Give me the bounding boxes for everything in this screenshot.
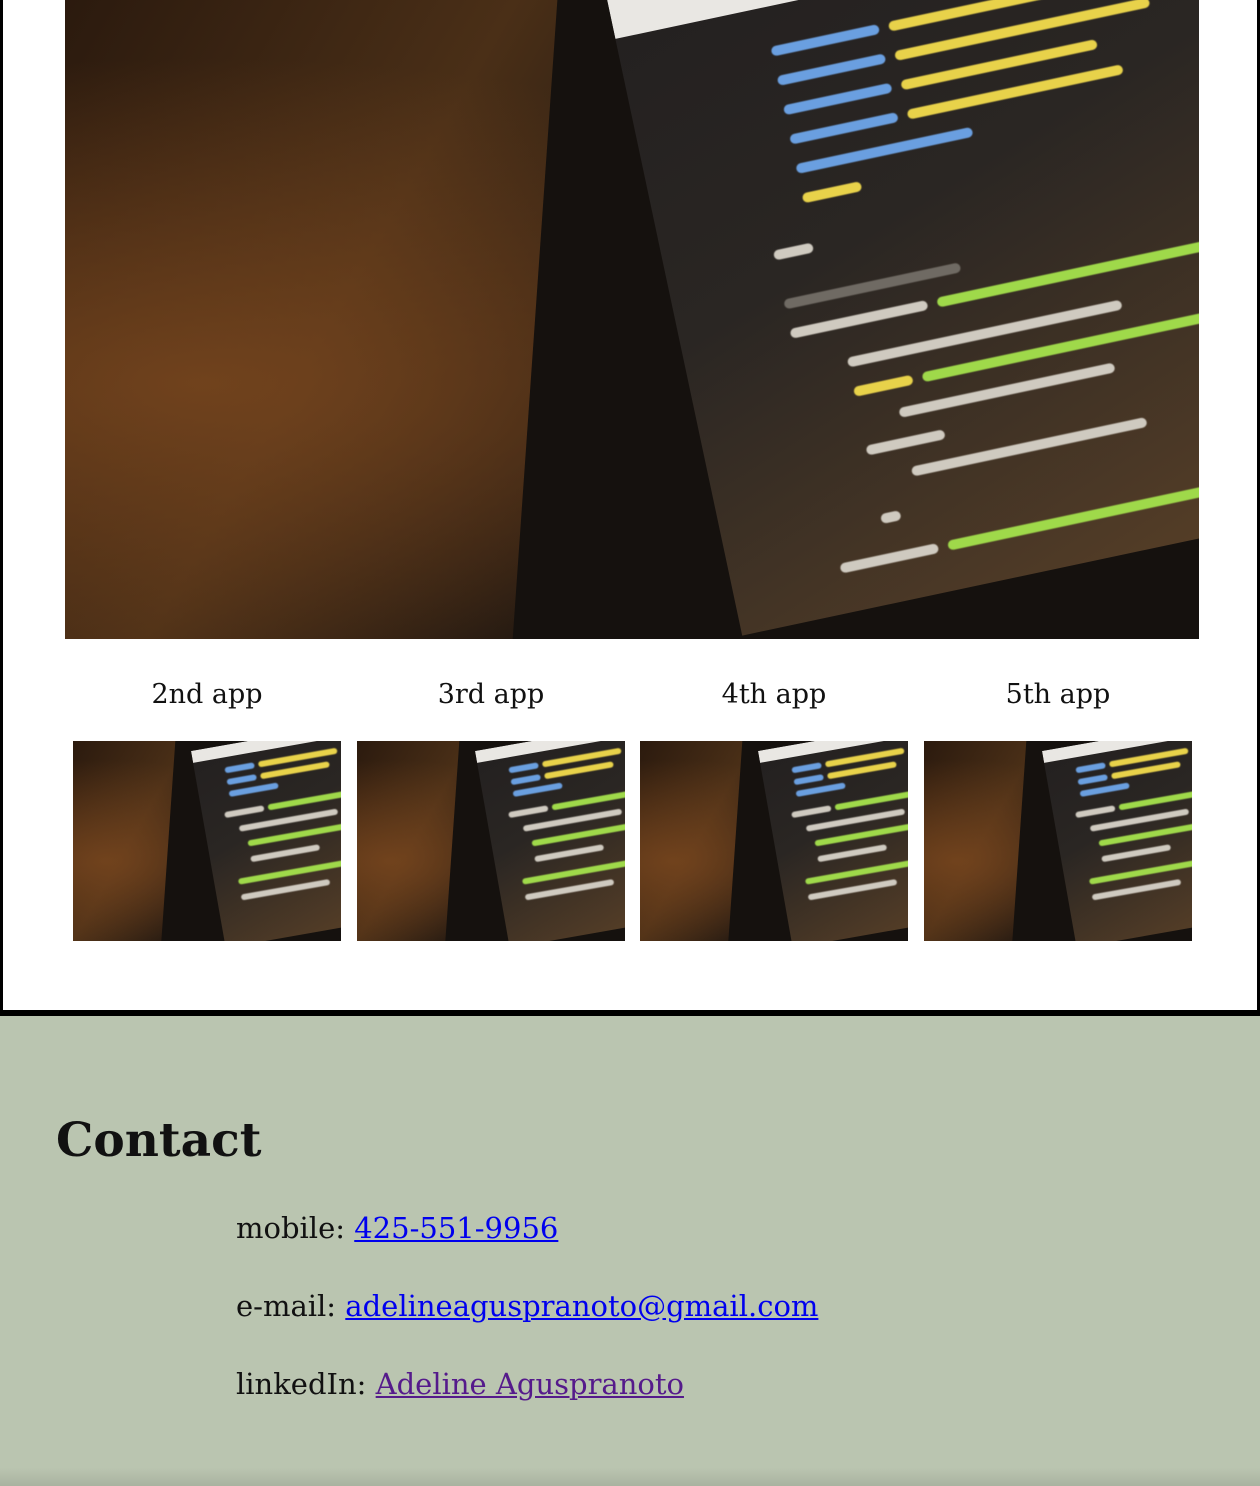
featured-app-image[interactable] bbox=[65, 0, 1199, 639]
contact-mobile: mobile: 425-551-9956 bbox=[236, 1210, 558, 1246]
app-5-thumbnail[interactable] bbox=[924, 741, 1192, 941]
mobile-label: mobile: bbox=[236, 1211, 355, 1245]
app-2-title: 2nd app bbox=[151, 679, 263, 710]
email-link[interactable]: adelineaguspranoto@gmail.com bbox=[345, 1289, 818, 1323]
contact-email: e-mail: adelineaguspranoto@gmail.com bbox=[236, 1288, 818, 1324]
contact-heading: Contact bbox=[56, 1113, 262, 1168]
app-2-thumbnail[interactable] bbox=[73, 741, 341, 941]
bottom-shadow bbox=[0, 1468, 1260, 1486]
app-3-title: 3rd app bbox=[437, 679, 545, 710]
app-3-thumbnail[interactable] bbox=[357, 741, 625, 941]
app-5-title: 5th app bbox=[1005, 679, 1111, 710]
app-4-thumbnail[interactable] bbox=[640, 741, 908, 941]
mobile-link[interactable]: 425-551-9956 bbox=[354, 1211, 558, 1245]
linkedin-link[interactable]: Adeline Aguspranoto bbox=[376, 1367, 684, 1401]
email-label: e-mail: bbox=[236, 1289, 346, 1323]
app-4-title: 4th app bbox=[721, 679, 827, 710]
linkedin-label: linkedIn: bbox=[236, 1367, 376, 1401]
portfolio-section: 2nd app 3rd app 4th app 5th app bbox=[0, 0, 1260, 1016]
contact-linkedin: linkedIn: Adeline Aguspranoto bbox=[236, 1366, 684, 1402]
